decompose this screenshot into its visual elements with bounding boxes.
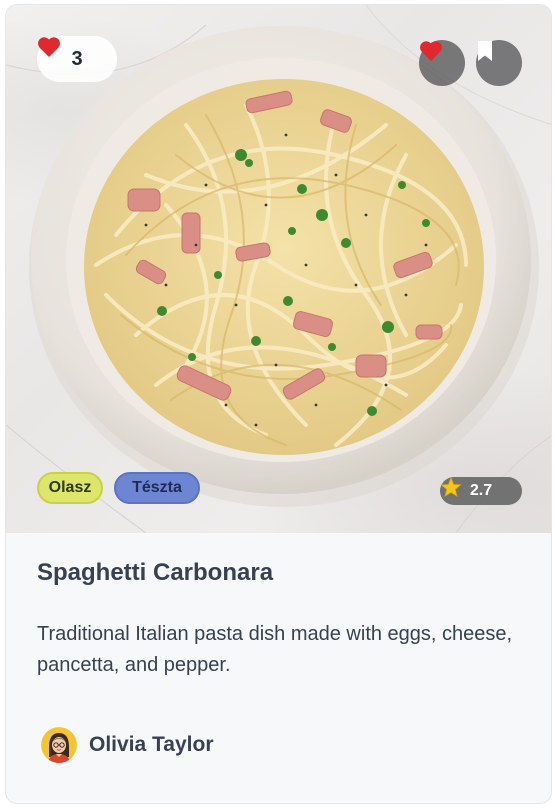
favorite-button[interactable] — [419, 40, 465, 86]
rating-value: 2.7 — [469, 482, 493, 499]
bookmark-icon — [478, 41, 492, 61]
recipe-image[interactable]: 3 Olasz Tészta 2.7 — [6, 5, 551, 533]
bookmark-button[interactable] — [476, 40, 522, 86]
tag-label: Tészta — [132, 479, 182, 496]
pasta-bowl-illustration — [6, 5, 551, 533]
tag-olasz[interactable]: Olasz — [37, 472, 103, 504]
rating-badge: 2.7 — [440, 477, 522, 505]
heart-icon — [38, 37, 60, 57]
likes-count: 3 — [71, 47, 83, 70]
author-name[interactable]: Olivia Taylor — [89, 733, 214, 757]
tag-label: Olasz — [48, 479, 92, 496]
likes-counter: 3 — [37, 36, 117, 82]
recipe-card[interactable]: 3 Olasz Tészta 2.7 Spaghetti Carbonara T… — [5, 4, 552, 804]
tag-teszta[interactable]: Tészta — [114, 472, 200, 504]
author-info[interactable]: Olivia Taylor — [41, 727, 214, 763]
heart-icon — [420, 41, 442, 61]
recipe-description: Traditional Italian pasta dish made with… — [37, 623, 513, 676]
star-icon — [440, 477, 462, 497]
woman-avatar-icon — [41, 727, 77, 763]
recipe-title[interactable]: Spaghetti Carbonara — [37, 559, 273, 587]
